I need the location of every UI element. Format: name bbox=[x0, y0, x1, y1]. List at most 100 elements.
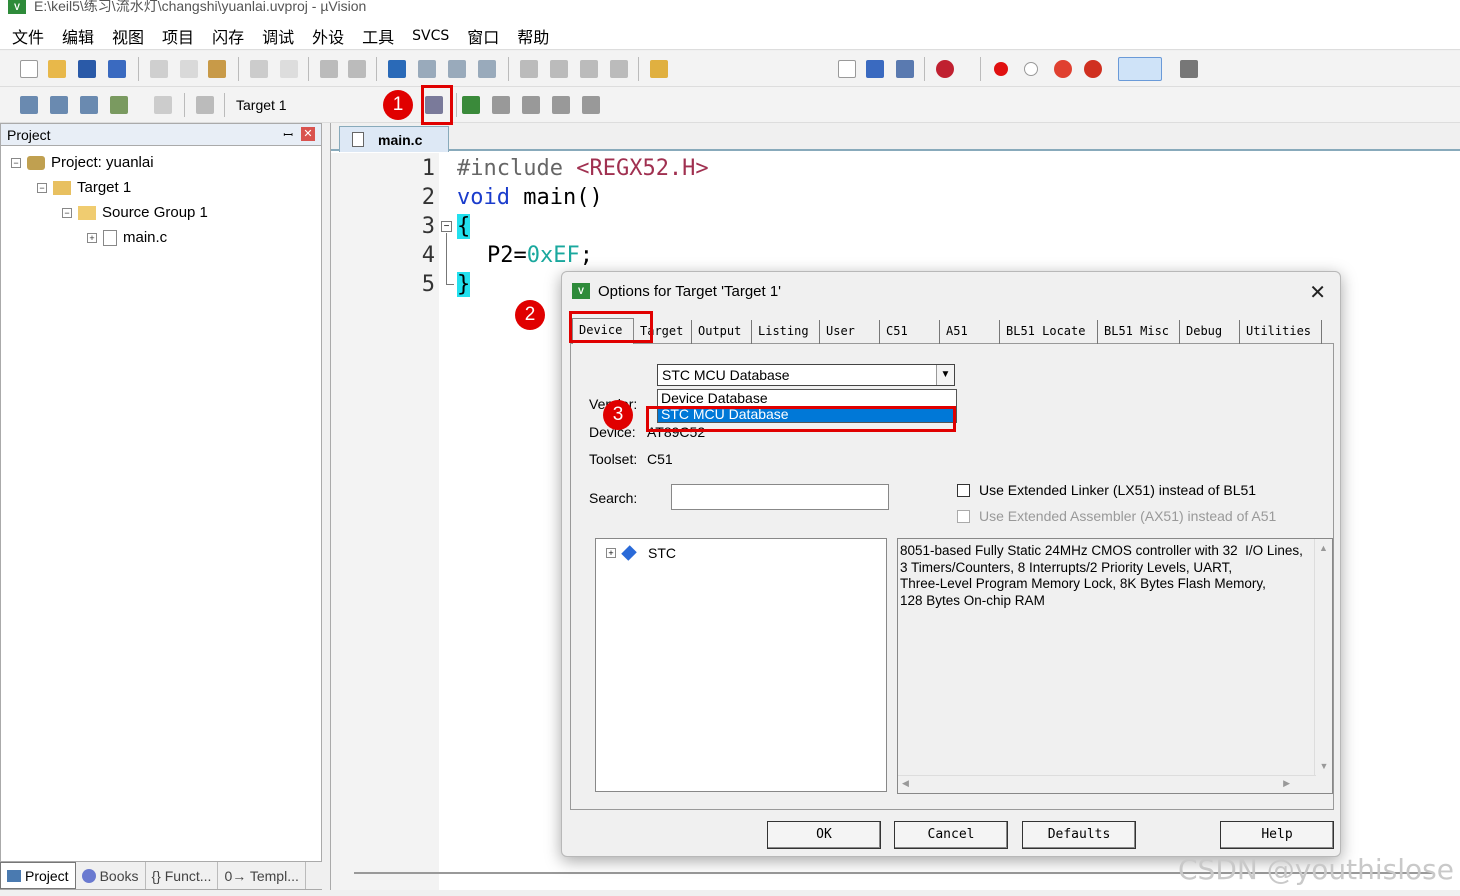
comment-icon[interactable] bbox=[580, 60, 598, 78]
select-packs-icon[interactable] bbox=[582, 96, 600, 114]
description-vscrollbar[interactable]: ▲ ▼ bbox=[1314, 539, 1332, 775]
next-bookmark-icon[interactable] bbox=[448, 60, 466, 78]
help-button[interactable]: Help bbox=[1220, 821, 1334, 849]
pack-installer-icon[interactable] bbox=[552, 96, 570, 114]
clear-bookmarks-icon[interactable] bbox=[478, 60, 496, 78]
menu-window[interactable]: 窗口 bbox=[467, 24, 499, 48]
open-file-icon[interactable] bbox=[48, 60, 66, 78]
indent-icon[interactable] bbox=[520, 60, 538, 78]
prev-bookmark-icon[interactable] bbox=[418, 60, 436, 78]
copy-icon[interactable] bbox=[180, 60, 198, 78]
database-select[interactable]: STC MCU Database ▼ bbox=[657, 364, 955, 386]
tab-user[interactable]: User bbox=[820, 320, 880, 344]
defaults-button[interactable]: Defaults bbox=[1022, 821, 1136, 849]
menu-edit[interactable]: 编辑 bbox=[62, 24, 94, 48]
undo-icon[interactable] bbox=[250, 60, 268, 78]
tree-source-group[interactable]: − Source Group 1 bbox=[62, 204, 208, 221]
option-device-database[interactable]: Device Database bbox=[658, 390, 956, 406]
tab-utilities[interactable]: Utilities bbox=[1240, 320, 1322, 344]
checkbox-icon[interactable] bbox=[957, 483, 970, 497]
debug-session-icon[interactable] bbox=[936, 60, 954, 78]
tab-listing[interactable]: Listing bbox=[752, 320, 820, 344]
scroll-left-icon[interactable]: ◀ bbox=[902, 778, 909, 789]
editor-tab-main-c[interactable]: main.c bbox=[339, 126, 449, 152]
tab-a51[interactable]: A51 bbox=[940, 320, 1000, 344]
expand-icon[interactable]: + bbox=[87, 232, 97, 243]
menu-flash[interactable]: 闪存 bbox=[212, 24, 244, 48]
fold-icon[interactable]: − bbox=[441, 221, 452, 232]
scroll-up-icon[interactable]: ▲ bbox=[1315, 543, 1332, 553]
tab-debug[interactable]: Debug bbox=[1180, 320, 1240, 344]
menu-view[interactable]: 视图 bbox=[112, 24, 144, 48]
tree-file-main-c[interactable]: + main.c bbox=[87, 229, 167, 246]
panel-close-icon[interactable]: ✕ bbox=[301, 127, 315, 141]
menu-help[interactable]: 帮助 bbox=[517, 24, 549, 48]
scroll-right-icon[interactable]: ▶ bbox=[1283, 778, 1290, 789]
build-icon[interactable] bbox=[50, 96, 68, 114]
manage-components-icon[interactable] bbox=[462, 96, 480, 114]
menu-svcs[interactable]: SVCS bbox=[412, 28, 449, 44]
code-line-2[interactable]: void main() bbox=[457, 185, 603, 210]
rebuild-icon[interactable] bbox=[80, 96, 98, 114]
code-line-4[interactable]: P2=0xEF; bbox=[487, 243, 593, 268]
configure-icon[interactable] bbox=[1180, 60, 1198, 78]
code-line-3[interactable]: { bbox=[457, 214, 471, 239]
tree-item-stc[interactable]: + STC bbox=[606, 545, 676, 561]
nav-back-icon[interactable] bbox=[320, 60, 338, 78]
disable-breakpoint-icon[interactable] bbox=[1024, 62, 1038, 76]
file-extensions-icon[interactable] bbox=[492, 96, 510, 114]
code-line-1[interactable]: #include <REGX52.H> bbox=[457, 156, 709, 181]
new-file-icon[interactable] bbox=[20, 60, 38, 78]
cut-icon[interactable] bbox=[150, 60, 168, 78]
find-in-files-icon[interactable] bbox=[650, 60, 668, 78]
search-input[interactable] bbox=[671, 484, 889, 510]
save-icon[interactable] bbox=[78, 60, 96, 78]
translate-icon[interactable] bbox=[20, 96, 38, 114]
menu-debug[interactable]: 调试 bbox=[262, 24, 294, 48]
bookmark-icon[interactable] bbox=[388, 60, 406, 78]
collapse-icon[interactable]: − bbox=[11, 157, 21, 168]
close-icon[interactable]: ✕ bbox=[1309, 280, 1326, 305]
unindent-icon[interactable] bbox=[550, 60, 568, 78]
tab-books[interactable]: Books bbox=[76, 862, 146, 889]
tab-bl51-misc[interactable]: BL51 Misc bbox=[1098, 320, 1180, 344]
kill-breakpoints-icon[interactable] bbox=[1084, 60, 1102, 78]
code-line-5[interactable]: } bbox=[457, 272, 471, 297]
incremental-find-icon[interactable] bbox=[896, 60, 914, 78]
extended-linker-checkbox[interactable]: Use Extended Linker (LX51) instead of BL… bbox=[957, 482, 1256, 498]
chevron-down-icon[interactable]: ▼ bbox=[936, 365, 954, 385]
batch-build-icon[interactable] bbox=[110, 96, 128, 114]
tab-functions[interactable]: {} Funct... bbox=[146, 862, 219, 889]
tree-project-root[interactable]: − Project: yuanlai bbox=[11, 154, 154, 171]
tab-bl51-locate[interactable]: BL51 Locate bbox=[1000, 320, 1098, 344]
breakpoint-icon[interactable] bbox=[994, 62, 1008, 76]
target-select[interactable]: Target 1 bbox=[236, 97, 287, 113]
uncomment-icon[interactable] bbox=[610, 60, 628, 78]
tree-target[interactable]: − Target 1 bbox=[37, 179, 131, 196]
ok-button[interactable]: OK bbox=[767, 821, 881, 849]
menu-peripherals[interactable]: 外设 bbox=[312, 24, 344, 48]
redo-icon[interactable] bbox=[280, 60, 298, 78]
find-icon[interactable] bbox=[866, 60, 884, 78]
scroll-down-icon[interactable]: ▼ bbox=[1315, 761, 1333, 771]
nav-forward-icon[interactable] bbox=[348, 60, 366, 78]
stop-build-icon[interactable] bbox=[154, 96, 172, 114]
clear-breakpoints-icon[interactable] bbox=[1054, 60, 1072, 78]
tab-output[interactable]: Output bbox=[692, 320, 752, 344]
collapse-icon[interactable]: − bbox=[62, 207, 72, 218]
tab-templates[interactable]: 0→ Templ... bbox=[218, 862, 306, 889]
menu-project[interactable]: 项目 bbox=[162, 24, 194, 48]
paste-icon[interactable] bbox=[208, 60, 226, 78]
run-time-env-icon[interactable] bbox=[522, 96, 540, 114]
description-hscrollbar[interactable]: ◀ ▶ bbox=[898, 775, 1316, 793]
expand-icon[interactable]: + bbox=[606, 548, 616, 558]
pin-icon[interactable]: ꟷ bbox=[283, 126, 293, 143]
save-all-icon[interactable] bbox=[108, 60, 126, 78]
download-icon[interactable] bbox=[196, 96, 214, 114]
window-layout-icon[interactable] bbox=[1118, 57, 1162, 81]
cancel-button[interactable]: Cancel bbox=[894, 821, 1008, 849]
menu-tools[interactable]: 工具 bbox=[362, 24, 394, 48]
find-combo-arrow-icon[interactable] bbox=[838, 60, 856, 78]
collapse-icon[interactable]: − bbox=[37, 182, 47, 193]
tab-c51[interactable]: C51 bbox=[880, 320, 940, 344]
